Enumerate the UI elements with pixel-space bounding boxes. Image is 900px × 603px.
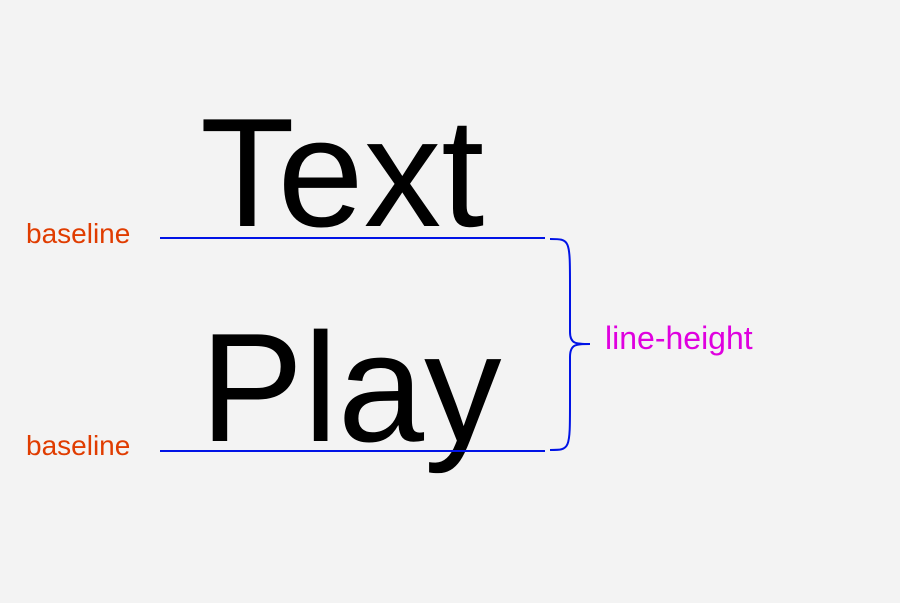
- curly-brace-icon: [548, 237, 603, 452]
- baseline-label-1: baseline: [26, 218, 130, 250]
- baseline-label-2: baseline: [26, 430, 130, 462]
- sample-word-2: Play: [200, 310, 502, 465]
- sample-word-1: Text: [200, 95, 484, 250]
- baseline-line-1: [160, 237, 545, 239]
- line-height-label: line-height: [605, 320, 753, 357]
- typography-diagram: Text baseline Play baseline line-height: [0, 0, 900, 603]
- baseline-line-2: [160, 450, 545, 452]
